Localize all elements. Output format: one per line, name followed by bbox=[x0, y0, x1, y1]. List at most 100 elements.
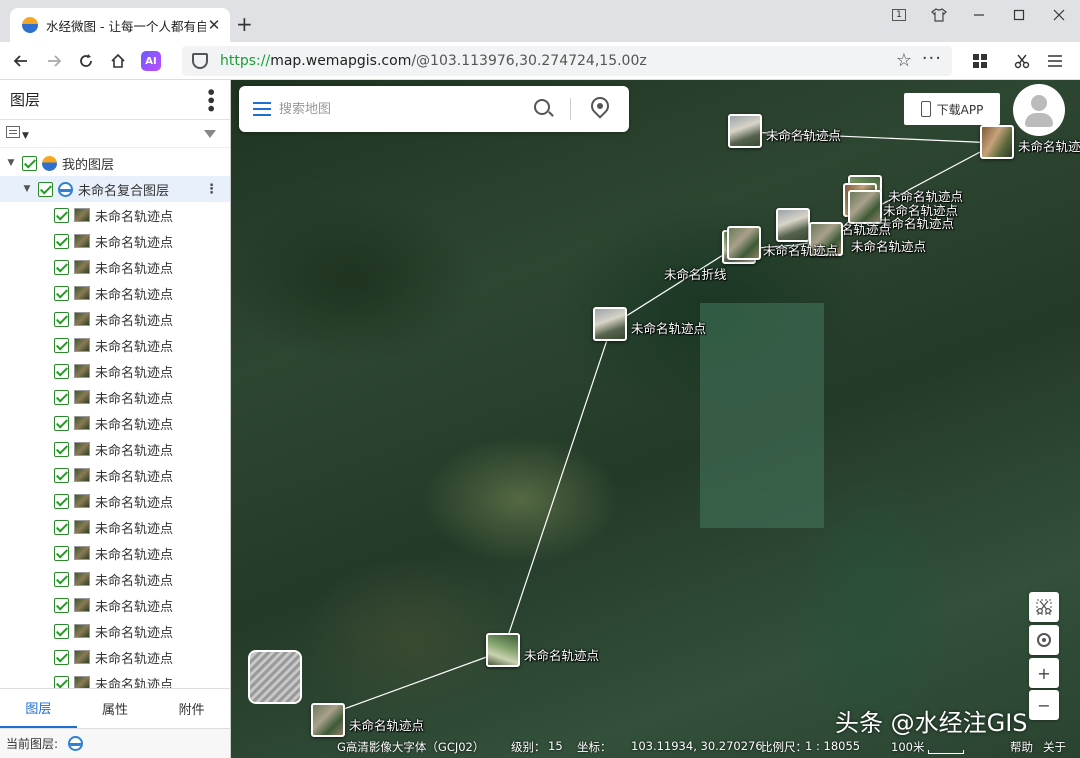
map-view[interactable]: 未命名轨迹点 未命名轨迹点 未命名轨迹点 未命名轨迹点 未命名轨迹点 未命名轨迹… bbox=[231, 80, 1080, 758]
reload-icon[interactable] bbox=[75, 50, 97, 72]
layer-checkbox[interactable] bbox=[54, 623, 69, 639]
tree-row-track-point[interactable]: 未命名轨迹点 bbox=[0, 306, 230, 332]
layer-checkbox[interactable] bbox=[54, 441, 69, 457]
menu-icon[interactable] bbox=[253, 102, 271, 116]
map-search-input[interactable] bbox=[279, 101, 519, 117]
tree-row-track-point[interactable]: 未命名轨迹点 bbox=[0, 644, 230, 670]
layer-checkbox[interactable] bbox=[38, 181, 53, 197]
shirt-icon[interactable] bbox=[926, 6, 952, 24]
layer-checkbox[interactable] bbox=[54, 597, 69, 613]
layer-checkbox[interactable] bbox=[54, 649, 69, 665]
user-avatar[interactable] bbox=[1013, 84, 1065, 136]
locate-button[interactable] bbox=[1029, 625, 1059, 655]
layer-checkbox[interactable] bbox=[54, 233, 69, 249]
track-point-marker[interactable] bbox=[727, 226, 761, 260]
tab-attachments[interactable]: 附件 bbox=[153, 689, 230, 728]
layer-label: 未命名轨迹点 bbox=[95, 599, 174, 615]
tree-row-track-point[interactable]: 未命名轨迹点 bbox=[0, 462, 230, 488]
shield-icon[interactable] bbox=[192, 53, 208, 69]
layer-checkbox[interactable] bbox=[54, 389, 69, 405]
tree-row-track-point[interactable]: 未命名轨迹点 bbox=[0, 618, 230, 644]
list-view-toggle[interactable]: ▼ bbox=[6, 125, 29, 142]
layer-checkbox[interactable] bbox=[54, 675, 69, 688]
track-point-thumbnail-icon bbox=[74, 364, 90, 378]
tree-row-track-point[interactable]: 未命名轨迹点 bbox=[0, 410, 230, 436]
bookmark-star-icon[interactable]: ☆ bbox=[896, 50, 912, 71]
tree-row-track-point[interactable]: 未命名轨迹点 bbox=[0, 202, 230, 228]
tree-row-track-point[interactable]: 未命名轨迹点 bbox=[0, 228, 230, 254]
track-point-thumbnail-icon bbox=[74, 546, 90, 560]
minimize-icon[interactable] bbox=[966, 6, 992, 24]
download-app-button[interactable]: 下载APP bbox=[904, 93, 1000, 125]
scissors-icon[interactable] bbox=[1011, 50, 1033, 72]
back-icon[interactable] bbox=[10, 50, 32, 72]
layer-checkbox[interactable] bbox=[54, 311, 69, 327]
close-tab-icon[interactable]: ✕ bbox=[206, 16, 222, 34]
track-point-marker[interactable] bbox=[311, 703, 345, 737]
layer-checkbox[interactable] bbox=[54, 285, 69, 301]
layer-checkbox[interactable] bbox=[54, 571, 69, 587]
screenshot-tool-button[interactable] bbox=[1029, 592, 1059, 622]
panel-more-icon[interactable]: ••• bbox=[201, 87, 220, 112]
filter-icon[interactable] bbox=[204, 129, 216, 138]
tree-row-track-point[interactable]: 未命名轨迹点 bbox=[0, 358, 230, 384]
layer-checkbox[interactable] bbox=[54, 493, 69, 509]
forward-icon[interactable] bbox=[43, 50, 65, 72]
search-icon[interactable] bbox=[534, 99, 550, 115]
tree-row-track-point[interactable]: 未命名轨迹点 bbox=[0, 592, 230, 618]
layer-checkbox[interactable] bbox=[54, 363, 69, 379]
new-tab-icon[interactable]: + bbox=[236, 14, 253, 34]
track-point-marker[interactable] bbox=[776, 208, 810, 242]
browser-menu-icon[interactable] bbox=[1044, 50, 1066, 72]
tree-row-track-point[interactable]: 未命名轨迹点 bbox=[0, 540, 230, 566]
home-icon[interactable] bbox=[107, 50, 129, 72]
zoom-out-button[interactable]: − bbox=[1029, 690, 1059, 720]
track-point-marker[interactable] bbox=[593, 307, 627, 341]
close-window-icon[interactable] bbox=[1046, 6, 1072, 24]
extensions-grid-icon[interactable] bbox=[969, 50, 991, 72]
zoom-in-button[interactable]: + bbox=[1029, 658, 1059, 688]
tab-counter-icon[interactable]: 1 bbox=[886, 6, 912, 24]
help-link[interactable]: 帮助 bbox=[1010, 739, 1033, 755]
tree-row-root[interactable]: ▼ 我的图层 bbox=[0, 150, 230, 176]
track-point-marker[interactable] bbox=[980, 125, 1014, 159]
browser-tab-bar: 水经微图 - 让每一个人都有自 ✕ + 1 bbox=[0, 0, 1080, 42]
tree-row-composite[interactable]: ▼ 未命名复合图层 ⋮ bbox=[0, 176, 230, 202]
more-options-icon[interactable]: ··· bbox=[922, 48, 942, 69]
expand-arrow-icon[interactable]: ▼ bbox=[6, 158, 16, 168]
layer-checkbox[interactable] bbox=[54, 415, 69, 431]
layer-checkbox[interactable] bbox=[54, 337, 69, 353]
tab-layers[interactable]: 图层 bbox=[0, 689, 77, 728]
layer-checkbox[interactable] bbox=[54, 259, 69, 275]
track-polyline[interactable] bbox=[231, 80, 1080, 758]
basemap-switch-button[interactable] bbox=[248, 650, 302, 704]
track-point-marker[interactable] bbox=[486, 633, 520, 667]
layer-checkbox[interactable] bbox=[54, 545, 69, 561]
tree-row-track-point[interactable]: 未命名轨迹点 bbox=[0, 332, 230, 358]
row-more-icon[interactable]: ⋮ bbox=[205, 182, 218, 197]
address-bar[interactable]: https://map.wemapgis.com/@103.113976,30.… bbox=[182, 46, 952, 76]
maximize-icon[interactable] bbox=[1006, 6, 1032, 24]
tree-row-track-point[interactable]: 未命名轨迹点 bbox=[0, 384, 230, 410]
layer-checkbox[interactable] bbox=[54, 207, 69, 223]
layer-checkbox[interactable] bbox=[54, 467, 69, 483]
layer-checkbox[interactable] bbox=[22, 155, 37, 171]
browser-tab[interactable]: 水经微图 - 让每一个人都有自 ✕ bbox=[10, 8, 230, 42]
layer-checkbox[interactable] bbox=[54, 519, 69, 535]
url-text[interactable]: https://map.wemapgis.com/@103.113976,30.… bbox=[220, 53, 647, 69]
track-point-thumbnail-icon bbox=[74, 208, 90, 222]
location-pin-icon[interactable] bbox=[587, 93, 613, 119]
tree-row-track-point[interactable]: 未命名轨迹点 bbox=[0, 514, 230, 540]
track-point-marker[interactable] bbox=[728, 114, 762, 148]
tree-row-track-point[interactable]: 未命名轨迹点 bbox=[0, 670, 230, 688]
expand-arrow-icon[interactable]: ▼ bbox=[22, 184, 32, 194]
tree-row-track-point[interactable]: 未命名轨迹点 bbox=[0, 566, 230, 592]
ai-assistant-icon[interactable]: AI bbox=[141, 51, 161, 71]
tree-row-track-point[interactable]: 未命名轨迹点 bbox=[0, 436, 230, 462]
tree-row-track-point[interactable]: 未命名轨迹点 bbox=[0, 280, 230, 306]
about-link[interactable]: 关于 bbox=[1043, 739, 1066, 755]
caret-down-icon: ▼ bbox=[22, 130, 29, 141]
tree-row-track-point[interactable]: 未命名轨迹点 bbox=[0, 488, 230, 514]
tab-properties[interactable]: 属性 bbox=[77, 689, 154, 728]
tree-row-track-point[interactable]: 未命名轨迹点 bbox=[0, 254, 230, 280]
